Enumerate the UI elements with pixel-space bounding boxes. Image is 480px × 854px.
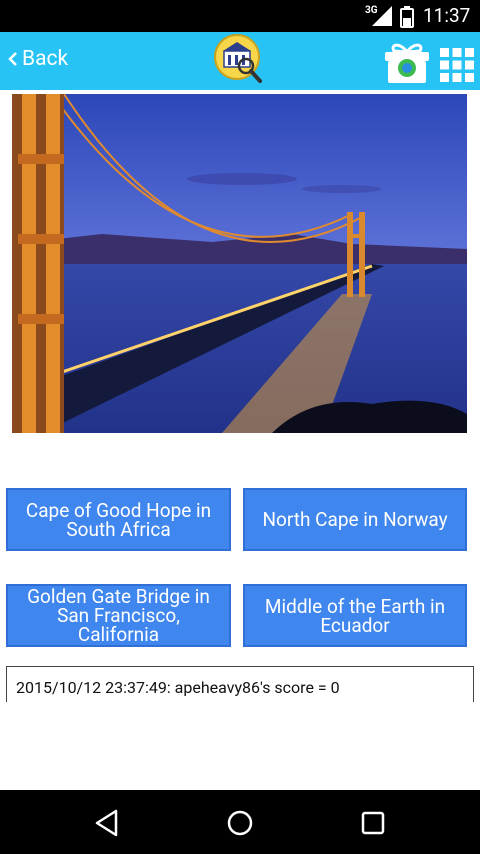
back-label: Back [22, 47, 69, 71]
answer-button-1[interactable]: Cape of Good Hope in South Africa [6, 488, 231, 551]
battery-icon [400, 6, 414, 28]
recents-square-icon[interactable] [356, 806, 390, 840]
navigation-bar [0, 790, 480, 854]
answer-button-3[interactable]: Golden Gate Bridge in San Francisco, Cal… [6, 584, 231, 647]
status-bar: 3G 11:37 [0, 0, 480, 32]
quiz-photo [12, 94, 467, 433]
grid-menu-icon[interactable] [440, 48, 474, 82]
back-triangle-icon[interactable] [90, 806, 124, 840]
signal-icon [372, 6, 392, 26]
back-button[interactable]: Back [8, 47, 68, 71]
answer-button-4[interactable]: Middle of the Earth in Ecuador [243, 584, 467, 647]
gift-icon[interactable] [382, 40, 432, 84]
home-circle-icon[interactable] [223, 806, 257, 840]
score-log: 2015/10/12 23:37:49: apeheavy86's score … [6, 666, 474, 702]
answer-button-2[interactable]: North Cape in Norway [243, 488, 467, 551]
clock: 11:37 [423, 4, 471, 27]
chevron-left-icon [8, 52, 17, 66]
app-logo-icon [214, 34, 262, 83]
score-log-entry: 2015/10/12 23:37:49: apeheavy86's score … [16, 678, 340, 697]
